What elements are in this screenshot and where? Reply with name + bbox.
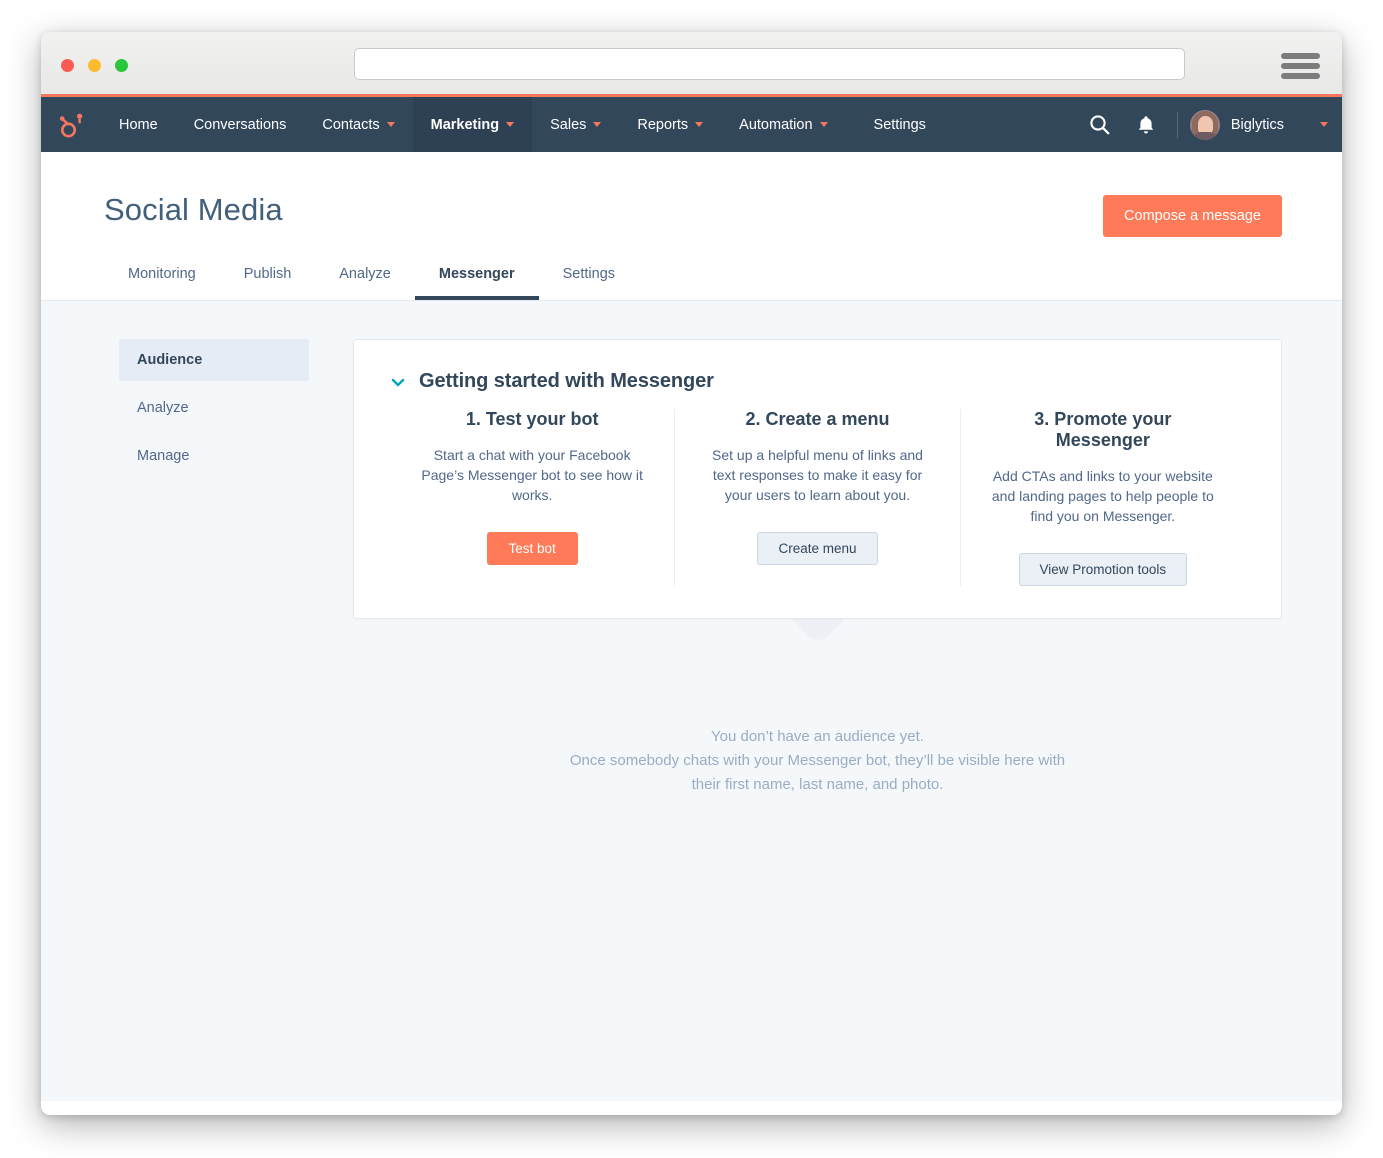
step-description: Add CTAs and links to your website and l…: [991, 468, 1214, 524]
step-create-a-menu: 2. Create a menu Set up a helpful menu o…: [674, 409, 959, 586]
nav-item-reports[interactable]: Reports: [619, 97, 721, 152]
getting-started-steps: 1. Test your bot Start a chat with your …: [390, 409, 1245, 586]
empty-message-line-3: their first name, last name, and photo.: [691, 775, 944, 793]
chevron-down-icon: [593, 122, 602, 127]
view-promotion-tools-button[interactable]: View Promotion tools: [1018, 552, 1188, 586]
step-test-your-bot: 1. Test your bot Start a chat with your …: [390, 409, 674, 586]
page-body: Audience Analyze Manage Getting started …: [41, 301, 1342, 1101]
nav-label: Conversations: [193, 116, 287, 133]
nav-item-conversations[interactable]: Conversations: [176, 97, 305, 152]
nav-divider: [1176, 111, 1178, 138]
browser-window: Home Conversations Contacts Marketing Sa…: [41, 32, 1342, 1115]
minimize-window-button[interactable]: [88, 59, 101, 72]
nav-label: Sales: [550, 116, 587, 133]
sidebar-item-audience[interactable]: Audience: [119, 339, 309, 381]
sidebar-item-analyze[interactable]: Analyze: [119, 387, 309, 429]
browser-chrome-bar: [41, 32, 1342, 97]
account-name[interactable]: Biglytics: [1231, 117, 1284, 133]
getting-started-card-header[interactable]: Getting started with Messenger: [390, 370, 1245, 393]
messenger-main-column: Getting started with Messenger 1. Test y…: [353, 339, 1282, 1101]
top-nav-right-actions: Biglytics: [1077, 97, 1342, 152]
nav-item-automation[interactable]: Automation: [721, 97, 845, 152]
nav-label: Home: [119, 116, 158, 133]
nav-label: Reports: [637, 116, 689, 133]
step-promote-your-messenger: 3. Promote your Messenger Add CTAs and l…: [959, 409, 1245, 586]
create-menu-button[interactable]: Create menu: [757, 531, 878, 565]
getting-started-card-title: Getting started with Messenger: [419, 370, 714, 392]
getting-started-card: Getting started with Messenger 1. Test y…: [353, 339, 1282, 619]
empty-audience-message: You don’t have an audience yet. Once som…: [353, 725, 1282, 797]
window-traffic-lights: [61, 59, 128, 72]
nav-label: Settings: [873, 116, 926, 133]
tab-settings[interactable]: Settings: [539, 256, 639, 300]
tab-messenger[interactable]: Messenger: [414, 256, 539, 300]
chevron-down-icon: [695, 122, 704, 127]
browser-url-input[interactable]: [354, 48, 1185, 80]
chevron-down-icon: [819, 122, 828, 127]
messenger-sidebar: Audience Analyze Manage: [119, 339, 309, 1101]
chevron-down-icon: [506, 122, 515, 127]
nav-item-contacts[interactable]: Contacts: [304, 97, 412, 152]
test-bot-button[interactable]: Test bot: [486, 531, 578, 565]
step-description: Set up a helpful menu of links and text …: [712, 447, 923, 503]
chevron-down-icon: [386, 122, 395, 127]
zoom-window-button[interactable]: [115, 59, 128, 72]
nav-item-marketing[interactable]: Marketing: [412, 97, 533, 152]
step-description: Start a chat with your Facebook Page’s M…: [421, 447, 643, 503]
nav-label: Marketing: [430, 116, 500, 133]
bell-icon[interactable]: [1123, 97, 1169, 152]
nav-label: Automation: [739, 116, 813, 133]
hamburger-menu-icon[interactable]: [1281, 53, 1320, 79]
nav-item-settings[interactable]: Settings: [846, 97, 944, 152]
hubspot-sprocket-logo[interactable]: [41, 97, 101, 152]
tab-publish[interactable]: Publish: [220, 256, 316, 300]
chevron-down-icon[interactable]: [1320, 122, 1328, 127]
screenshot-root: Home Conversations Contacts Marketing Sa…: [0, 0, 1383, 1158]
step-title: 3. Promote your Messenger: [1034, 409, 1172, 450]
nav-item-home[interactable]: Home: [101, 97, 176, 152]
empty-message-line-1: You don’t have an audience yet.: [711, 727, 924, 745]
app-top-navigation: Home Conversations Contacts Marketing Sa…: [41, 97, 1342, 152]
sidebar-item-manage[interactable]: Manage: [119, 435, 309, 477]
close-window-button[interactable]: [61, 59, 74, 72]
empty-message-line-2: Once somebody chats with your Messenger …: [569, 751, 1066, 769]
step-title: 1. Test your bot: [465, 409, 599, 429]
page-tabs: Monitoring Publish Analyze Messenger Set…: [104, 256, 1279, 300]
nav-item-sales[interactable]: Sales: [532, 97, 619, 152]
page-header: Social Media Compose a message Monitorin…: [41, 152, 1342, 301]
nav-label: Contacts: [322, 116, 380, 133]
top-nav-items: Home Conversations Contacts Marketing Sa…: [101, 97, 944, 152]
step-title: 2. Create a menu: [745, 409, 890, 429]
avatar[interactable]: [1189, 109, 1220, 140]
compose-a-message-button[interactable]: Compose a message: [1102, 195, 1282, 237]
search-icon[interactable]: [1077, 97, 1123, 152]
chevron-down-icon[interactable]: [390, 374, 406, 390]
tab-monitoring[interactable]: Monitoring: [104, 256, 220, 300]
tab-analyze[interactable]: Analyze: [315, 256, 415, 300]
